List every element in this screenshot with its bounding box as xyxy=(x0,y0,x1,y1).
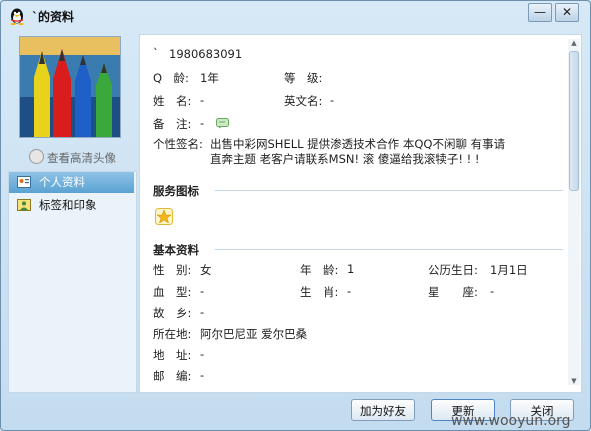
blood-type-value: - xyxy=(200,284,205,298)
signature-label: 个性签名: xyxy=(153,137,203,151)
blood-type-label: 血 型: xyxy=(153,285,192,299)
birthday-value: 1月1日 xyxy=(490,263,528,277)
english-name-value: - xyxy=(330,93,335,107)
postcode-value: - xyxy=(200,368,205,382)
zodiac-value: - xyxy=(347,284,352,298)
english-name-label: 英文名: xyxy=(284,94,323,108)
constellation-label: 星 座: xyxy=(428,285,478,299)
close-window-button[interactable]: ✕ xyxy=(555,3,579,22)
scrollbar-thumb[interactable] xyxy=(569,51,579,191)
minimize-button[interactable]: — xyxy=(528,3,552,22)
hometown-value: - xyxy=(200,305,205,319)
hometown-label: 故 乡: xyxy=(153,306,192,320)
address-label: 地 址: xyxy=(153,348,192,362)
gender-label: 性 别: xyxy=(153,263,192,277)
qq-penguin-icon xyxy=(10,8,24,25)
camera-icon xyxy=(29,149,44,164)
add-friend-button[interactable]: 加为好友 xyxy=(351,399,415,421)
remark-label: 备 注: xyxy=(153,117,192,131)
avatar[interactable] xyxy=(19,36,121,138)
section-divider xyxy=(215,249,563,250)
basic-info-heading: 基本资料 xyxy=(153,243,199,257)
zodiac-label: 生 肖: xyxy=(300,285,339,299)
window-title: `的资料 xyxy=(32,10,75,24)
postcode-label: 邮 编: xyxy=(153,369,192,383)
profile-window: `的资料 — ✕ 查看高清头像 个人资料 标签和印象 ` 1980683091 … xyxy=(0,0,591,431)
nickname: ` xyxy=(153,46,159,60)
signature-line-2: 直奔主题 老客户请联系MSN! 滚 傻逼给我滚犊子! ! ! xyxy=(210,152,480,166)
name-value: - xyxy=(200,93,205,107)
view-hd-avatar-link[interactable]: 查看高清头像 xyxy=(29,149,116,166)
sidebar-nav: 个人资料 标签和印象 xyxy=(8,171,137,393)
profile-content-panel[interactable]: ` 1980683091 Q 龄: 1年 等 级: 姓 名: - 英文名: - … xyxy=(139,34,582,393)
age-label: 年 龄: xyxy=(300,263,339,277)
section-divider xyxy=(215,190,563,191)
qq-number: 1980683091 xyxy=(169,47,243,61)
gender-value: 女 xyxy=(200,263,212,277)
remark-value: - xyxy=(200,116,205,130)
vertical-scrollbar[interactable]: ▲ ▼ xyxy=(568,39,580,385)
watermark: www.wooyun.org xyxy=(451,413,571,429)
q-age-label: Q 龄: xyxy=(153,71,189,85)
tag-person-icon xyxy=(17,199,31,211)
close-icon: ✕ xyxy=(561,5,573,19)
sidebar-item-label: 个人资料 xyxy=(39,175,85,189)
pencils-avatar-image xyxy=(20,37,120,137)
sidebar-item-label: 标签和印象 xyxy=(39,198,97,212)
scroll-down-arrow-icon[interactable]: ▼ xyxy=(568,377,580,385)
title-bar[interactable]: `的资料 — ✕ xyxy=(1,1,590,31)
sidebar-item-personal-info[interactable]: 个人资料 xyxy=(9,172,134,193)
service-icons-heading: 服务图标 xyxy=(153,184,199,198)
name-label: 姓 名: xyxy=(153,94,192,108)
sidebar-item-tags-impressions[interactable]: 标签和印象 xyxy=(9,195,134,216)
signature-line-1: 出售中彩网SHELL 提供渗透技术合作 本QQ不闲聊 有事请 xyxy=(210,137,506,151)
minimize-icon: — xyxy=(534,5,546,19)
star-badge-icon[interactable] xyxy=(155,208,173,225)
scroll-up-arrow-icon[interactable]: ▲ xyxy=(568,39,580,47)
birthday-label: 公历生日: xyxy=(428,263,478,277)
location-value: 阿尔巴尼亚 爱尔巴桑 xyxy=(200,327,308,341)
age-value: 1 xyxy=(347,262,355,276)
q-age-value: 1年 xyxy=(200,71,219,85)
address-value: - xyxy=(200,347,205,361)
constellation-value: - xyxy=(490,284,495,298)
level-label: 等 级: xyxy=(284,71,323,85)
location-label: 所在地: xyxy=(153,327,192,341)
id-card-icon xyxy=(17,176,31,188)
view-hd-avatar-label: 查看高清头像 xyxy=(47,151,116,165)
edit-remark-icon[interactable] xyxy=(216,118,229,129)
